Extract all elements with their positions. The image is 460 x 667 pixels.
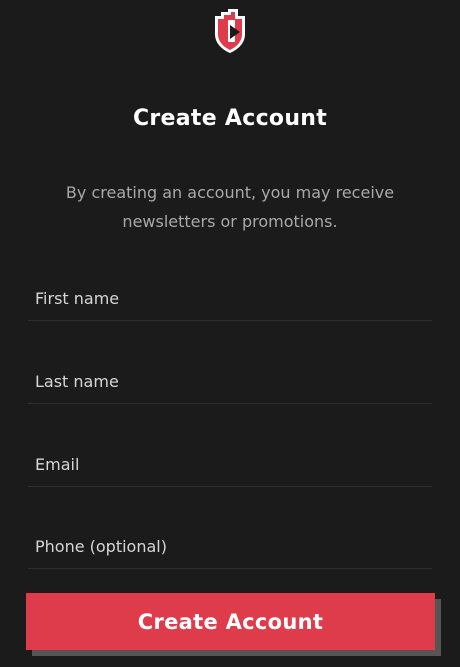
phone-input[interactable] [28,524,432,568]
page-subtitle: By creating an account, you may receive … [65,183,395,231]
first-name-input[interactable] [28,276,432,320]
page-title: Create Account [132,106,328,131]
first-name-field-wrapper [28,276,432,321]
create-account-button[interactable]: Create Account [26,593,435,650]
email-field-wrapper [28,442,432,487]
last-name-input[interactable] [28,359,432,403]
last-name-field-wrapper [28,359,432,404]
phone-field-wrapper [28,524,432,569]
email-input[interactable] [28,442,432,486]
shield-play-logo-icon [215,9,245,53]
